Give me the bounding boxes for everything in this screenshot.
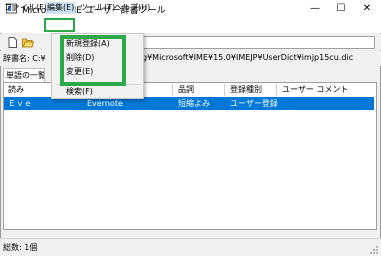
menu-tools[interactable]: ツール(T) xyxy=(80,2,115,14)
column-header-pos[interactable]: 品詞 xyxy=(178,83,194,97)
column-divider xyxy=(276,84,277,96)
column-divider xyxy=(172,84,173,96)
open-folder-icon[interactable] xyxy=(22,37,35,48)
column-header-comment[interactable]: ユーザー コメント xyxy=(282,83,348,97)
menu-file[interactable]: ファイル(F) xyxy=(4,2,47,14)
search-combo[interactable] xyxy=(142,36,375,49)
dictionary-path-value: g¥Microsoft¥IME¥15.0¥IMEJP¥UserDict¥imjp… xyxy=(142,53,354,62)
column-divider xyxy=(224,84,225,96)
tab-word-list[interactable]: 単語の一覧 xyxy=(3,68,45,82)
new-document-icon[interactable] xyxy=(7,37,18,48)
menu-item-search[interactable]: 検索(F) xyxy=(66,86,93,98)
menu-edit[interactable]: 編集(E) xyxy=(46,2,75,14)
menu-items-highlight xyxy=(60,35,126,86)
cell-type: ユーザー登録 xyxy=(230,99,278,108)
status-bar xyxy=(0,238,381,256)
maximize-button[interactable]: ☐ xyxy=(328,0,354,18)
column-header-reading[interactable]: 読み xyxy=(8,83,24,97)
column-header-type[interactable]: 登録種別 xyxy=(230,83,262,97)
menu-help[interactable]: ヘルプ(H) xyxy=(114,2,150,14)
status-count: 総数: 1個 xyxy=(3,243,38,252)
cell-pos: 短縮よみ xyxy=(178,99,210,108)
minimize-button[interactable]: — xyxy=(302,0,328,18)
edit-menu-highlight xyxy=(44,18,75,32)
cell-reading: Ｅｖｅ xyxy=(8,99,32,108)
dictionary-path-label: 辞書名: C:¥ xyxy=(3,54,46,63)
resize-grip-icon[interactable] xyxy=(369,245,379,255)
close-button[interactable]: ✕ xyxy=(354,0,380,18)
